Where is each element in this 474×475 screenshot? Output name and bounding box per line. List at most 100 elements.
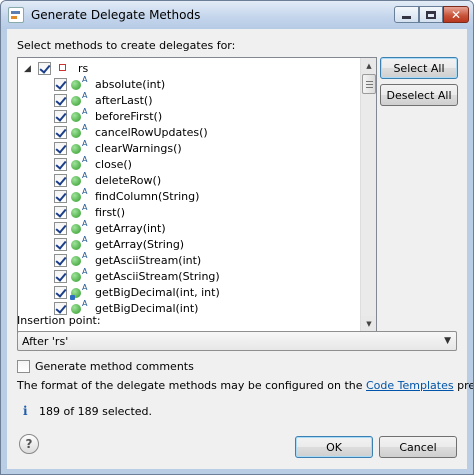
method-checkbox[interactable] [54, 286, 67, 299]
methods-tree[interactable]: ◢ rs A absolute(int) A afterLast() A bef… [17, 57, 377, 333]
method-checkbox[interactable] [54, 94, 67, 107]
public-method-icon [71, 128, 81, 138]
method-label: deleteRow() [95, 174, 162, 187]
method-label: getBigDecimal(int) [95, 302, 199, 315]
help-button[interactable]: ? [19, 434, 39, 454]
tree-method-row[interactable]: A findColumn(String) [18, 187, 360, 205]
tree-method-row[interactable]: A deleteRow() [18, 171, 360, 189]
generate-comments-label[interactable]: Generate method comments [35, 360, 194, 373]
maximize-button[interactable] [419, 6, 443, 23]
root-checkbox[interactable] [38, 62, 51, 75]
generate-comments-checkbox[interactable] [17, 360, 30, 373]
insertion-point-label: Insertion point: [17, 314, 101, 327]
tree-method-row[interactable]: A getAsciiStream(int) [18, 251, 360, 269]
public-method-icon [71, 272, 81, 282]
scroll-up-button[interactable]: ▲ [361, 58, 376, 74]
method-label: close() [95, 158, 132, 171]
tree-method-row[interactable]: A clearWarnings() [18, 139, 360, 157]
tree-method-row[interactable]: A getArray(String) [18, 235, 360, 253]
tree-method-row[interactable]: A getBigDecimal(int, int) [18, 283, 360, 301]
tree-scrollbar[interactable]: ▲ ▼ [360, 58, 376, 332]
method-checkbox[interactable] [54, 110, 67, 123]
method-checkbox[interactable] [54, 206, 67, 219]
method-label: getArray(int) [95, 222, 166, 235]
method-checkbox[interactable] [54, 190, 67, 203]
method-label: cancelRowUpdates() [95, 126, 208, 139]
selection-count: 189 of 189 selected. [39, 405, 153, 418]
tree-root-label: rs [78, 62, 89, 75]
deselect-all-button[interactable]: Deselect All [380, 84, 458, 106]
abstract-mark-icon: A [82, 251, 88, 260]
public-method-icon [71, 112, 81, 122]
method-label: getAsciiStream(String) [95, 270, 220, 283]
abstract-mark-icon: A [82, 219, 88, 228]
methods-prompt: Select methods to create delegates for: [17, 39, 236, 52]
abstract-mark-icon: A [82, 171, 88, 180]
tree-method-row[interactable]: A beforeFirst() [18, 107, 360, 125]
public-method-icon [71, 144, 81, 154]
deprecated-method-icon [70, 288, 81, 300]
chevron-down-icon: ▼ [366, 320, 372, 328]
close-button[interactable]: ✕ [443, 6, 469, 23]
window-title: Generate Delegate Methods [31, 8, 201, 22]
select-all-button[interactable]: Select All [380, 57, 458, 79]
tree-method-row[interactable]: A afterLast() [18, 91, 360, 109]
insertion-point-select[interactable]: After 'rs' ▼ [17, 331, 457, 351]
method-label: getAsciiStream(int) [95, 254, 202, 267]
abstract-mark-icon: A [82, 75, 88, 84]
scroll-thumb[interactable] [362, 74, 376, 94]
abstract-mark-icon: A [82, 203, 88, 212]
method-label: getBigDecimal(int, int) [95, 286, 220, 299]
method-checkbox[interactable] [54, 254, 67, 267]
collapse-icon[interactable]: ◢ [24, 64, 31, 74]
title-bar[interactable]: Generate Delegate Methods ✕ [1, 1, 473, 29]
abstract-mark-icon: A [82, 283, 88, 292]
cancel-button[interactable]: Cancel [379, 436, 457, 458]
abstract-mark-icon: A [82, 187, 88, 196]
method-checkbox[interactable] [54, 126, 67, 139]
info-text-before: The format of the delegate methods may b… [17, 379, 366, 392]
help-icon: ? [25, 437, 33, 451]
code-templates-link[interactable]: Code Templates [366, 379, 454, 392]
tree-method-row[interactable]: A absolute(int) [18, 75, 360, 93]
public-method-icon [71, 176, 81, 186]
abstract-mark-icon: A [82, 155, 88, 164]
abstract-mark-icon: A [82, 91, 88, 100]
method-label: absolute(int) [95, 78, 166, 91]
abstract-mark-icon: A [82, 267, 88, 276]
public-method-icon [71, 256, 81, 266]
method-checkbox[interactable] [54, 238, 67, 251]
public-method-icon [71, 160, 81, 170]
app-icon [8, 7, 24, 23]
method-checkbox[interactable] [54, 142, 67, 155]
method-label: first() [95, 206, 126, 219]
method-checkbox[interactable] [54, 78, 67, 91]
abstract-mark-icon: A [82, 107, 88, 116]
ok-button[interactable]: OK [295, 436, 373, 458]
maximize-icon [426, 10, 436, 19]
minimize-icon [402, 16, 411, 19]
method-label: beforeFirst() [95, 110, 163, 123]
tree-method-row[interactable]: A first() [18, 203, 360, 221]
method-label: clearWarnings() [95, 142, 182, 155]
method-label: findColumn(String) [95, 190, 200, 203]
tree-root-row[interactable]: ◢ rs [18, 61, 360, 77]
field-icon [59, 64, 66, 71]
tree-method-row[interactable]: A getAsciiStream(String) [18, 267, 360, 285]
tree-method-row[interactable]: A close() [18, 155, 360, 173]
tree-method-row[interactable]: A cancelRowUpdates() [18, 123, 360, 141]
close-icon: ✕ [450, 7, 462, 22]
dialog-window: Generate Delegate Methods ✕ Select metho… [0, 0, 474, 475]
public-method-icon [71, 224, 81, 234]
scroll-down-button[interactable]: ▼ [361, 316, 376, 332]
tree-method-row[interactable]: A getArray(int) [18, 219, 360, 237]
method-checkbox[interactable] [54, 222, 67, 235]
abstract-mark-icon: A [82, 139, 88, 148]
method-checkbox[interactable] [54, 270, 67, 283]
minimize-button[interactable] [394, 6, 419, 23]
method-checkbox[interactable] [54, 174, 67, 187]
method-checkbox[interactable] [54, 158, 67, 171]
abstract-mark-icon: A [82, 123, 88, 132]
public-method-icon [71, 96, 81, 106]
chevron-up-icon: ▲ [366, 62, 372, 70]
